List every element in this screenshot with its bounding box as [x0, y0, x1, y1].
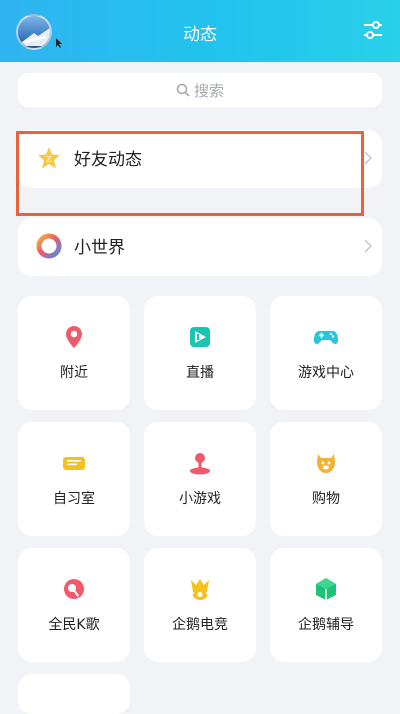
- page-title: 动态: [183, 25, 217, 45]
- tile-karaoke[interactable]: 全民K歌: [18, 548, 130, 662]
- karaoke-icon: [64, 579, 84, 599]
- friends-feed-row[interactable]: Z 好友动态: [18, 130, 382, 188]
- friends-feed-label: 好友动态: [74, 150, 142, 170]
- tile-label: 全民K歌: [48, 617, 100, 633]
- study-room-icon: [63, 457, 85, 470]
- tutoring-icon: [316, 578, 336, 600]
- tile-label: 游戏中心: [298, 365, 354, 381]
- tile-label: 自习室: [53, 491, 95, 507]
- shopping-icon: [317, 454, 335, 473]
- gamepad-icon: [314, 331, 338, 344]
- tile-label: 附近: [60, 365, 88, 381]
- small-world-label: 小世界: [74, 238, 125, 258]
- chevron-right-icon: [364, 151, 372, 165]
- search-bar[interactable]: 搜索: [18, 73, 382, 107]
- tile-tutoring[interactable]: 企鹅辅导: [270, 548, 382, 662]
- tile-label: 企鹅辅导: [298, 617, 354, 633]
- joystick-icon: [190, 453, 210, 475]
- tile-mini-games[interactable]: 小游戏: [144, 422, 256, 536]
- location-pin-icon: [66, 326, 82, 348]
- esports-icon: [191, 579, 209, 600]
- live-icon: [190, 327, 210, 347]
- settings-sliders-icon[interactable]: [362, 19, 384, 41]
- svg-text:Z: Z: [46, 155, 52, 164]
- tile-label: 直播: [186, 365, 214, 381]
- tile-study-room[interactable]: 自习室: [18, 422, 130, 536]
- tile-label: 小游戏: [179, 491, 221, 507]
- chevron-right-icon: [364, 239, 372, 253]
- tile-shopping[interactable]: 购物: [270, 422, 382, 536]
- search-icon: [176, 83, 190, 97]
- small-world-row[interactable]: 小世界: [18, 218, 382, 276]
- tile-nearby[interactable]: 附近: [18, 296, 130, 410]
- header-bar: 动态: [0, 0, 400, 62]
- tile-esports[interactable]: 企鹅电竞: [144, 548, 256, 662]
- tile-partial[interactable]: [18, 674, 130, 714]
- tile-live[interactable]: 直播: [144, 296, 256, 410]
- ring-icon: [36, 233, 62, 259]
- tile-label: 企鹅电竞: [172, 617, 228, 633]
- search-placeholder: 搜索: [194, 82, 225, 100]
- star-badge-icon: Z: [38, 147, 60, 169]
- tile-label: 购物: [312, 491, 340, 507]
- tile-game-center[interactable]: 游戏中心: [270, 296, 382, 410]
